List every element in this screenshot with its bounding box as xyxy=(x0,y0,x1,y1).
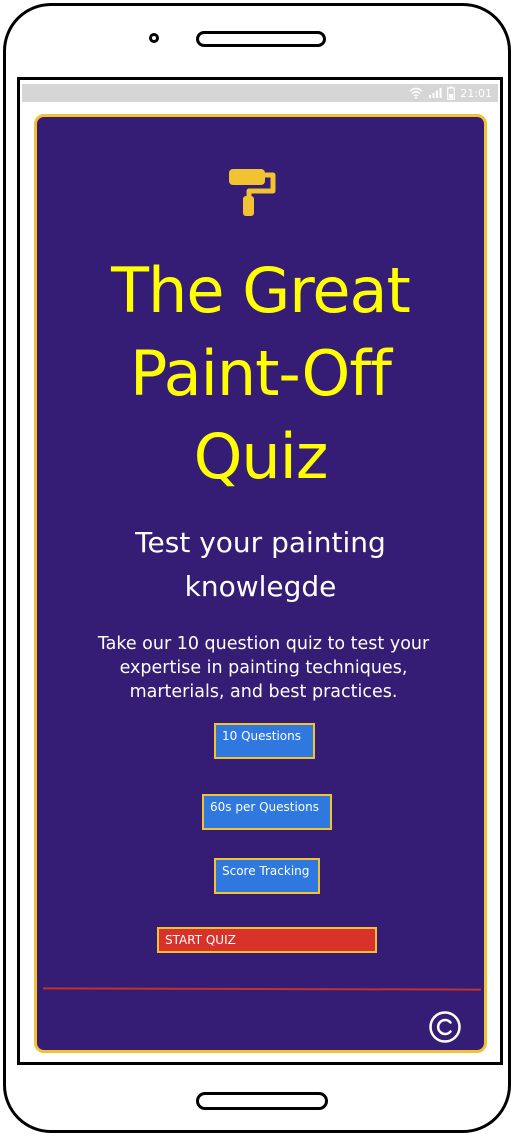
signal-icon xyxy=(428,87,442,99)
description-text: Take our 10 question quiz to test your e… xyxy=(97,634,430,702)
subtitle-line-1: Test your painting xyxy=(135,526,386,559)
feature-score-badge: Score Tracking xyxy=(214,858,320,894)
battery-icon xyxy=(447,86,456,100)
title-line-1: The Great xyxy=(111,254,411,327)
wifi-icon xyxy=(409,87,423,99)
feature-time-badge: 60s per Questions xyxy=(202,794,332,830)
status-icons: 21:01 xyxy=(409,85,492,101)
status-bar: 21:01 xyxy=(22,84,498,102)
start-quiz-button[interactable]: START QUIZ xyxy=(157,927,377,953)
quiz-home-card: The Great Paint-Off Quiz Test your paint… xyxy=(34,114,487,1053)
camera-icon xyxy=(149,33,159,43)
page-title: The Great Paint-Off Quiz xyxy=(37,249,484,498)
subtitle-line-2: knowlegde xyxy=(184,570,337,603)
copyright-icon xyxy=(428,1010,462,1044)
paint-roller-icon xyxy=(227,167,279,219)
title-line-3: Quiz xyxy=(193,420,329,493)
home-button[interactable] xyxy=(196,1092,328,1110)
feature-questions-badge: 10 Questions xyxy=(214,723,315,759)
subtitle: Test your painting knowlegde xyxy=(37,521,484,609)
status-time: 21:01 xyxy=(460,86,492,100)
title-line-2: Paint-Off xyxy=(130,337,392,410)
speaker-grille xyxy=(196,31,326,47)
footer-divider xyxy=(42,987,482,991)
